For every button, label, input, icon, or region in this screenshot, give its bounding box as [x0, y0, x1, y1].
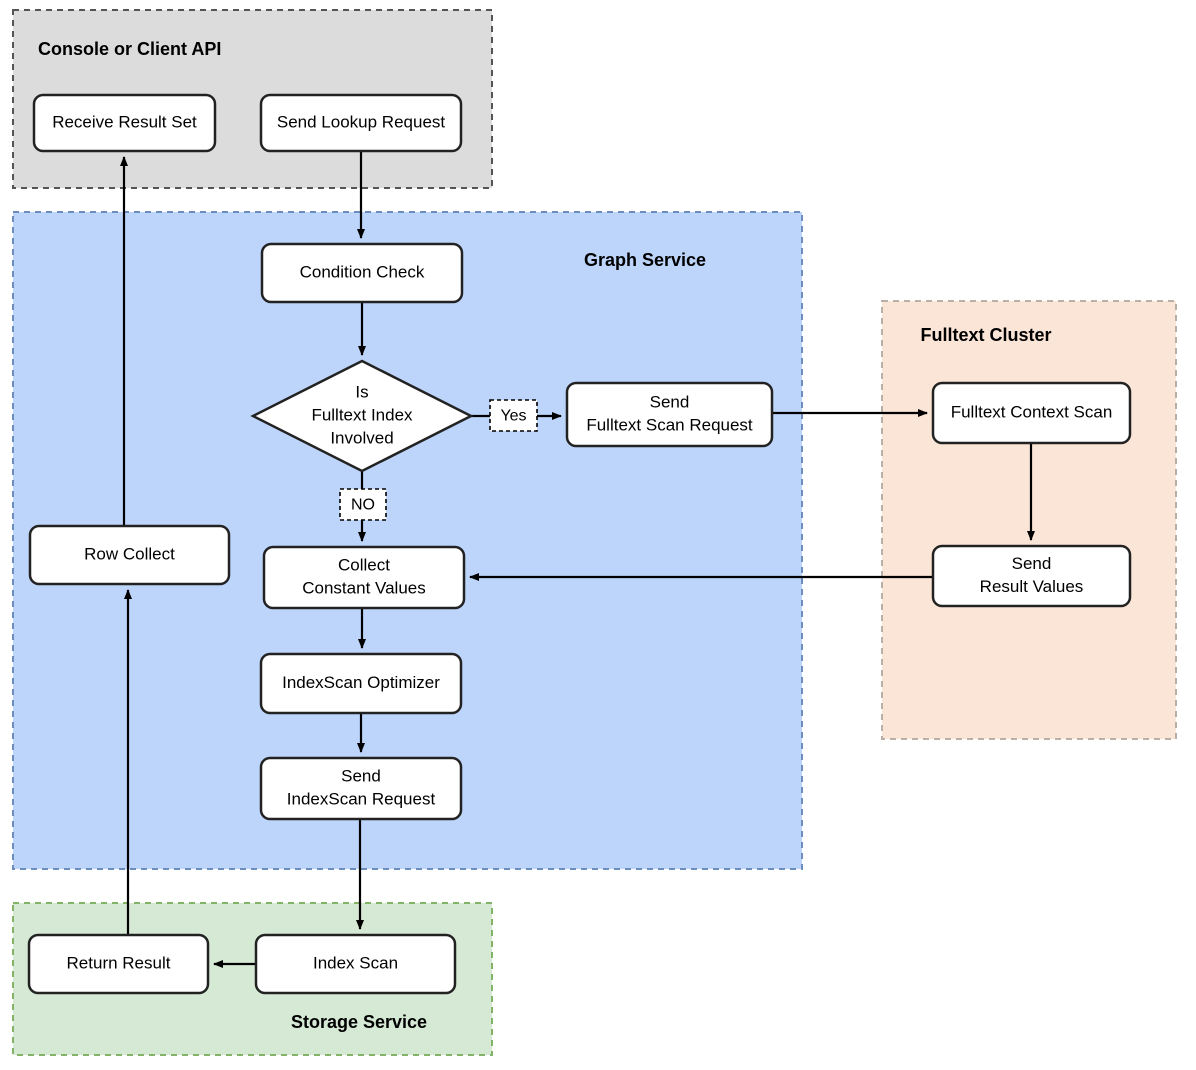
node-fulltext-context-scan-label-line-0: Fulltext Context Scan: [951, 402, 1113, 421]
node-row-collect-label-line-0: Row Collect: [84, 544, 175, 563]
node-send-indexscan-request-label-line-0: Send: [341, 766, 381, 785]
node-send-indexscan-request[interactable]: Send IndexScan Request: [259, 756, 463, 821]
node-send-fulltext-scan-request-label-line-0: Send: [650, 392, 690, 411]
node-return-result[interactable]: Return Result: [27, 933, 210, 995]
edge-label-no-label-text: NO: [351, 497, 375, 514]
node-send-result-values-label-line-1: Result Values: [980, 577, 1084, 596]
node-indexscan-optimizer[interactable]: IndexScan Optimizer: [259, 652, 463, 715]
node-is-fulltext-index-involved-label-line-2: Involved: [330, 428, 393, 447]
container-graph-label: Graph Service: [584, 250, 706, 270]
node-is-fulltext-index-involved-label-line-1: Fulltext Index: [311, 405, 413, 424]
container-storage-label: Storage Service: [291, 1012, 427, 1032]
edge-label-yes-label: Yes: [489, 399, 538, 432]
container-fulltext: Fulltext Cluster: [881, 300, 1177, 740]
container-console-label: Console or Client API: [38, 39, 221, 59]
node-indexscan-optimizer-label-line-0: IndexScan Optimizer: [282, 673, 440, 692]
node-collect-constant-values-label-line-0: Collect: [338, 555, 390, 574]
node-receive-result-set[interactable]: Receive Result Set: [32, 93, 217, 153]
node-send-result-values-label-line-0: Send: [1012, 554, 1052, 573]
node-send-result-values[interactable]: Send Result Values: [931, 544, 1132, 608]
node-receive-result-set-label-line-0: Receive Result Set: [52, 112, 197, 131]
node-fulltext-context-scan[interactable]: Fulltext Context Scan: [931, 381, 1132, 445]
node-send-lookup-request[interactable]: Send Lookup Request: [259, 93, 463, 153]
node-is-fulltext-index-involved-label-line-0: Is: [355, 382, 368, 401]
node-condition-check-label-line-0: Condition Check: [300, 262, 425, 281]
node-collect-constant-values[interactable]: Collect Constant Values: [262, 545, 466, 610]
container-fulltext-label: Fulltext Cluster: [920, 325, 1051, 345]
node-send-lookup-request-label-line-0: Send Lookup Request: [277, 112, 446, 131]
flowchart-diagram: Console or Client API Graph Service Fullte…: [0, 0, 1196, 1070]
node-collect-constant-values-label-line-1: Constant Values: [302, 578, 425, 597]
edge-label-yes-label-text: Yes: [500, 408, 526, 425]
edge-label-no-label: NO: [339, 488, 387, 521]
node-send-fulltext-scan-request-label-line-1: Fulltext Scan Request: [586, 415, 753, 434]
node-return-result-label-line-0: Return Result: [67, 953, 171, 972]
node-index-scan[interactable]: Index Scan: [254, 933, 457, 995]
flowchart-canvas: Console or Client API Graph Service Fullte…: [12, 9, 1177, 1056]
container-fulltext-background: [881, 300, 1177, 740]
node-send-indexscan-request-label-line-1: IndexScan Request: [287, 789, 436, 808]
node-send-fulltext-scan-request[interactable]: Send Fulltext Scan Request: [565, 381, 774, 448]
node-index-scan-label-line-0: Index Scan: [313, 953, 398, 972]
node-row-collect[interactable]: Row Collect: [28, 524, 231, 586]
node-condition-check[interactable]: Condition Check: [260, 242, 464, 304]
